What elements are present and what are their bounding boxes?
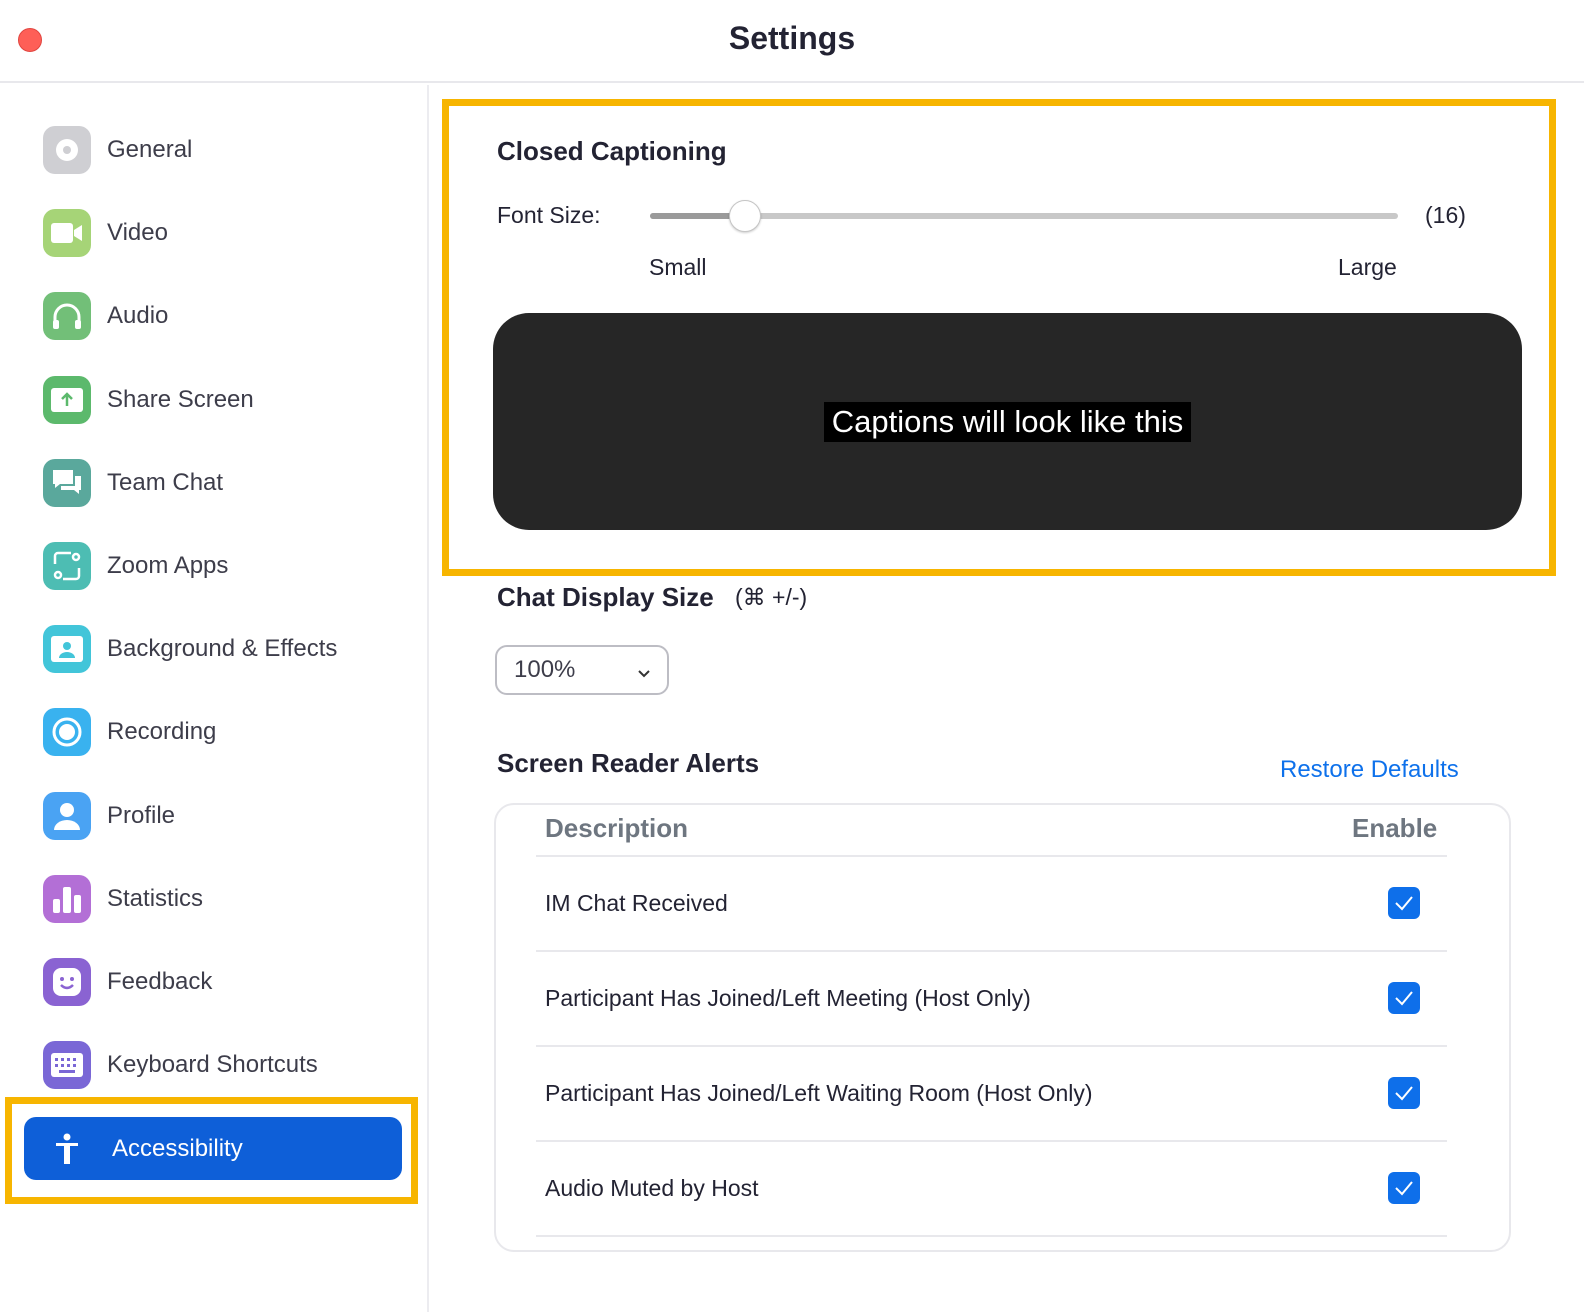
- column-header-description: Description: [545, 813, 689, 843]
- sidebar-item-label: Share Screen: [107, 385, 254, 413]
- sidebar-item-label: Zoom Apps: [107, 552, 229, 579]
- sidebar-item-share-screen[interactable]: Share Screen: [43, 375, 254, 424]
- slider-thumb[interactable]: [728, 200, 761, 232]
- sidebar-item-label: Background & Effects: [107, 635, 338, 663]
- column-header-enable: Enable: [1352, 813, 1438, 843]
- alert-description: Participant Has Joined/Left Meeting (Hos…: [545, 985, 1031, 1011]
- sidebar-item-label: General: [107, 136, 193, 163]
- chevron-down-icon: [637, 659, 651, 687]
- gear-icon: [43, 126, 91, 174]
- caption-preview: Captions will look like this: [493, 313, 1522, 530]
- person-icon: [43, 791, 91, 840]
- sidebar-item-label: Video: [107, 219, 168, 247]
- sidebar-item-general[interactable]: General: [43, 126, 192, 174]
- divider: [536, 1045, 1447, 1047]
- record-icon: [43, 708, 91, 757]
- keyboard-icon: [43, 1041, 91, 1090]
- smiley-icon: [43, 958, 91, 1006]
- sidebar-item-label: Audio: [107, 302, 169, 330]
- background-icon: [43, 625, 91, 674]
- screen-reader-heading: Screen Reader Alerts: [497, 748, 760, 778]
- sidebar-item-feedback[interactable]: Feedback: [43, 958, 212, 1006]
- sidebar-item-label: Accessibility: [112, 1134, 243, 1162]
- font-size-slider[interactable]: [650, 200, 1398, 232]
- sidebar-item-accessibility[interactable]: Accessibility: [24, 1117, 402, 1180]
- sidebar-item-background-effects[interactable]: Background & Effects: [43, 625, 338, 674]
- checkmark-icon: [1395, 991, 1413, 1006]
- enable-checkbox[interactable]: [1388, 1172, 1420, 1204]
- sidebar-item-keyboard-shortcuts[interactable]: Keyboard Shortcuts: [43, 1041, 318, 1090]
- enable-checkbox[interactable]: [1388, 887, 1420, 919]
- alert-description: IM Chat Received: [545, 890, 728, 916]
- checkmark-icon: [1395, 896, 1413, 911]
- divider: [536, 1140, 1447, 1142]
- font-size-label: Font Size:: [497, 202, 601, 228]
- checkmark-icon: [1395, 1181, 1413, 1196]
- sidebar-item-video[interactable]: Video: [43, 209, 168, 258]
- sidebar-item-recording[interactable]: Recording: [43, 708, 217, 757]
- sidebar-item-label: Statistics: [107, 884, 204, 912]
- enable-checkbox[interactable]: [1388, 982, 1420, 1014]
- chat-display-shortcut: (⌘ +/-): [735, 584, 808, 610]
- title-bar: Settings: [0, 0, 1584, 83]
- caption-preview-text: Captions will look like this: [823, 401, 1192, 442]
- window-title: Settings: [728, 20, 856, 56]
- divider: [536, 1235, 1447, 1237]
- sidebar-item-label: Profile: [107, 801, 176, 829]
- divider: [536, 855, 1447, 857]
- slider-max-label: Large: [1338, 254, 1397, 280]
- video-camera-icon: [43, 209, 91, 258]
- headphones-icon: [43, 292, 91, 341]
- alert-description: Participant Has Joined/Left Waiting Room…: [545, 1080, 1093, 1106]
- sidebar-item-audio[interactable]: Audio: [43, 292, 169, 341]
- divider: [536, 950, 1447, 952]
- bar-chart-icon: [43, 874, 91, 923]
- share-screen-icon: [43, 375, 91, 424]
- slider-min-label: Small: [649, 254, 707, 280]
- chat-bubbles-icon: [43, 458, 91, 507]
- closed-captioning-heading: Closed Captioning: [497, 136, 727, 166]
- font-size-value: (16): [1425, 202, 1466, 228]
- sidebar-item-label: Recording: [107, 718, 217, 746]
- alert-description: Audio Muted by Host: [545, 1175, 759, 1201]
- enable-checkbox[interactable]: [1388, 1077, 1420, 1109]
- chat-display-heading: Chat Display Size: [497, 582, 714, 612]
- chat-display-size-select[interactable]: 100%: [495, 645, 669, 695]
- apps-icon: [43, 542, 91, 590]
- select-value: 100%: [514, 656, 576, 683]
- accessibility-icon: [54, 1133, 80, 1165]
- sidebar-item-zoom-apps[interactable]: Zoom Apps: [43, 542, 228, 590]
- sidebar-item-label: Team Chat: [107, 468, 224, 496]
- restore-defaults-link[interactable]: Restore Defaults: [1280, 756, 1459, 784]
- checkmark-icon: [1395, 1086, 1413, 1101]
- sidebar-item-profile[interactable]: Profile: [43, 791, 176, 840]
- sidebar-item-label: Keyboard Shortcuts: [107, 1051, 318, 1079]
- sidebar-item-label: Feedback: [107, 968, 213, 995]
- sidebar-item-team-chat[interactable]: Team Chat: [43, 458, 224, 507]
- sidebar-item-statistics[interactable]: Statistics: [43, 874, 204, 923]
